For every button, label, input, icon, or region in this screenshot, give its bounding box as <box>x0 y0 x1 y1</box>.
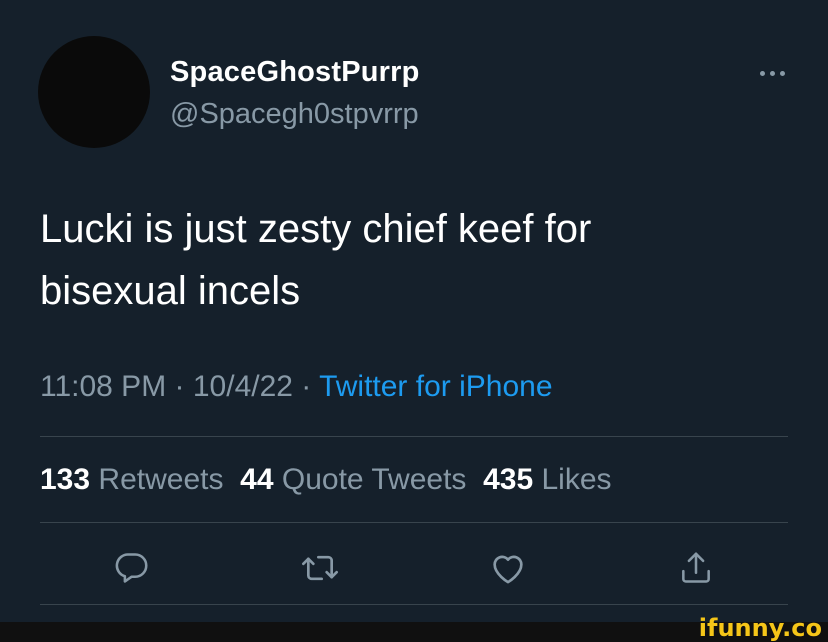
meta-separator: · <box>166 370 193 403</box>
more-horizontal-icon <box>759 70 765 76</box>
tweet-meta: 11:08 PM · 10/4/22 · Twitter for iPhone <box>40 370 553 404</box>
retweets-stat[interactable]: 133 Retweets <box>40 463 223 496</box>
tweet-time[interactable]: 11:08 PM <box>40 370 166 403</box>
divider <box>40 604 788 605</box>
divider <box>40 436 788 437</box>
quote-tweets-stat[interactable]: 44 Quote Tweets <box>240 463 466 496</box>
tweet-text-line: Lucki is just zesty chief keef for <box>40 207 592 251</box>
share-icon <box>682 552 710 583</box>
more-options-button[interactable] <box>752 58 792 88</box>
retweets-label: Retweets <box>98 463 224 496</box>
retweets-count: 133 <box>40 463 91 496</box>
retweet-button[interactable] <box>298 546 342 590</box>
avatar[interactable] <box>38 36 150 148</box>
like-button[interactable] <box>486 546 530 590</box>
share-button[interactable] <box>674 546 718 590</box>
more-dot <box>769 70 775 76</box>
reply-icon <box>115 553 148 583</box>
meta-separator: · <box>292 370 320 403</box>
likes-stat[interactable]: 435 Likes <box>483 463 611 496</box>
ifunny-watermark: ifunny.co <box>698 614 822 642</box>
user-handle[interactable]: @Spacegh0stpvrrp <box>170 98 419 131</box>
display-name[interactable]: SpaceGhostPurrp <box>170 56 420 89</box>
tweet-source-link[interactable]: Twitter for iPhone <box>319 370 552 403</box>
tweet-stats: 133 Retweets 44 Quote Tweets 435 Likes <box>40 463 612 497</box>
tweet-date[interactable]: 10/4/22 <box>193 370 293 403</box>
tweet-text-line: bisexual incels <box>40 269 301 313</box>
more-dot <box>779 70 785 76</box>
quote-tweets-label: Quote Tweets <box>281 463 467 496</box>
like-icon <box>493 555 523 584</box>
reply-button[interactable] <box>110 546 154 590</box>
likes-count: 435 <box>483 463 534 496</box>
likes-label: Likes <box>541 463 612 496</box>
divider <box>40 522 788 523</box>
tweet-text: Lucki is just zesty chief keef for bisex… <box>40 198 740 322</box>
retweet-icon <box>302 555 338 581</box>
quote-tweets-count: 44 <box>240 463 274 496</box>
